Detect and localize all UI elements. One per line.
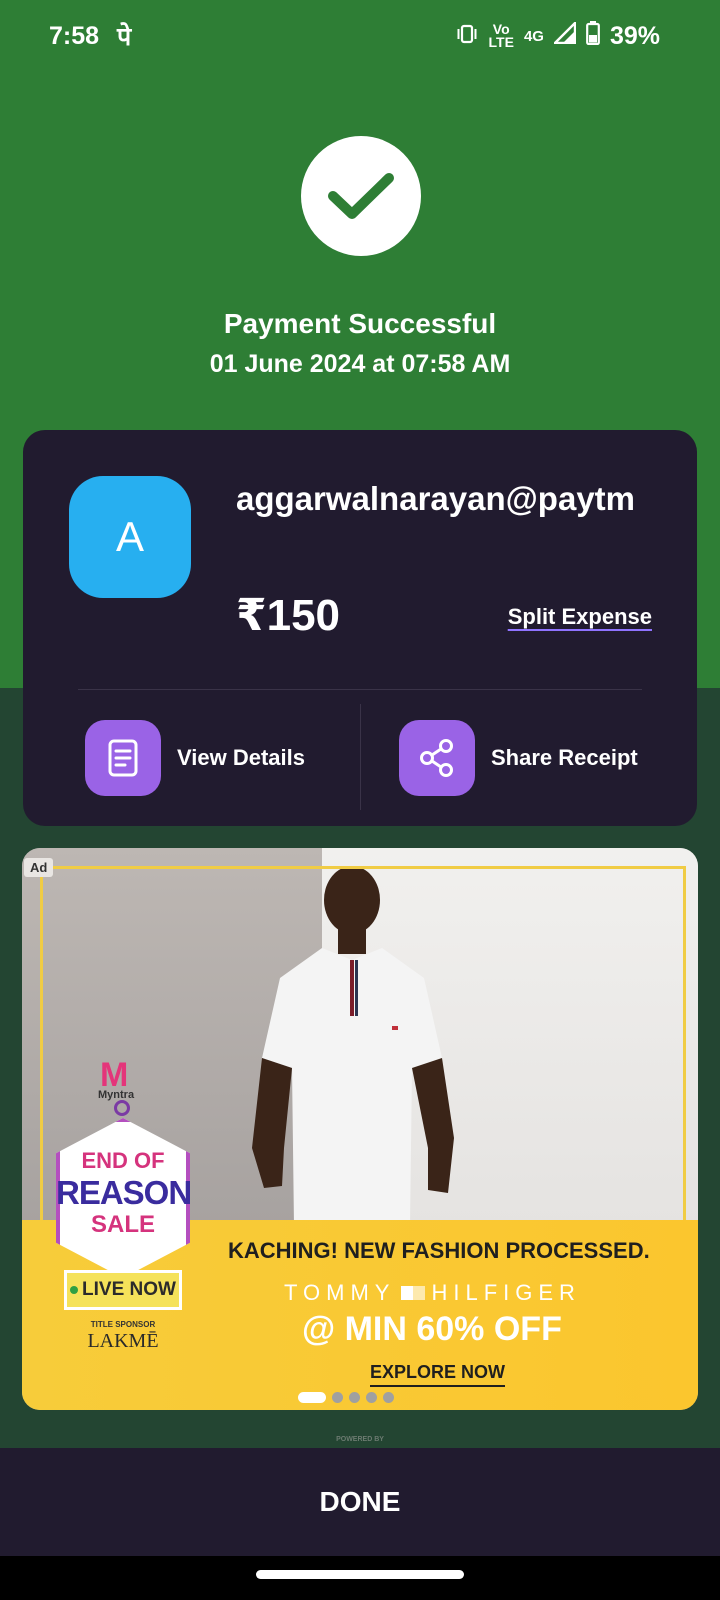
carousel-dot[interactable] <box>383 1392 394 1403</box>
brand-wordmark-right: HILFIGER <box>431 1280 581 1305</box>
myntra-wordmark: Myntra <box>98 1089 135 1101</box>
signal-icon <box>552 19 577 51</box>
avatar: A <box>69 476 191 598</box>
explore-now-cta[interactable]: EXPLORE NOW <box>370 1362 506 1387</box>
payment-status-title: Payment Successful <box>223 308 497 339</box>
payee-upi-id: aggarwalnarayan@paytm <box>236 480 635 517</box>
card-divider <box>78 689 642 690</box>
actions-divider <box>360 704 361 810</box>
sponsor-logo: LAKMĒ <box>87 1330 159 1352</box>
sale-line-3: SALE <box>90 1211 155 1238</box>
carousel-dot[interactable] <box>349 1392 360 1403</box>
brand-wordmark-left: TOMMY <box>284 1280 396 1305</box>
badge-hanger <box>114 1100 130 1116</box>
carousel-dot[interactable] <box>366 1392 377 1403</box>
clock: 7:58 <box>49 21 100 50</box>
success-badge <box>301 136 421 256</box>
share-icon <box>399 720 475 796</box>
done-label: DONE <box>319 1486 401 1517</box>
sponsor-caption: TITLE SPONSOR <box>90 1320 156 1329</box>
live-now-badge: LIVE NOW <box>64 1270 182 1310</box>
share-receipt-label: Share Receipt <box>491 745 638 770</box>
ad-banner[interactable]: Ad M Myntra END OF REASON SALE LIVE NOW … <box>22 848 698 1410</box>
volte-label-bottom: LTE <box>488 34 514 50</box>
live-dot-icon <box>70 1286 79 1294</box>
payment-amount: ₹150 <box>236 591 341 640</box>
view-details-label: View Details <box>177 745 305 770</box>
view-details-button[interactable]: View Details <box>85 720 305 796</box>
split-expense-link[interactable]: Split Expense <box>508 604 652 630</box>
payment-datetime: 01 June 2024 at 07:58 AM <box>209 350 511 378</box>
battery-icon <box>586 20 600 52</box>
home-gesture-handle[interactable] <box>256 1570 464 1579</box>
system-nav-bar <box>0 1556 720 1600</box>
flag-icon <box>401 1286 426 1300</box>
battery-percent: 39% <box>609 21 660 50</box>
vibrate-icon <box>455 22 479 51</box>
carousel-indicator <box>298 1392 394 1403</box>
share-receipt-button[interactable]: Share Receipt <box>399 720 638 796</box>
checkmark-icon <box>328 173 394 219</box>
carousel-dot[interactable] <box>298 1392 326 1403</box>
status-bar: 7:58 पे Vo LTE 4G 39% <box>0 0 720 72</box>
paytm-notification-glyph: पे <box>117 23 132 51</box>
document-icon <box>85 720 161 796</box>
brand-wordmark: TOMMY HILFIGER <box>284 1280 581 1306</box>
done-button[interactable]: DONE <box>0 1448 720 1556</box>
offer-text: @ MIN 60% OFF <box>302 1310 562 1348</box>
payment-summary-card: A aggarwalnarayan@paytm ₹150 Split Expen… <box>23 430 697 826</box>
sale-line-2: REASON <box>56 1174 192 1211</box>
sale-line-1: END OF <box>81 1148 165 1173</box>
live-now-label: LIVE NOW <box>82 1279 176 1300</box>
carousel-dot[interactable] <box>332 1392 343 1403</box>
network-type: 4G <box>523 27 544 45</box>
ad-headline: KACHING! NEW FASHION PROCESSED. <box>228 1238 650 1263</box>
ad-label: Ad <box>24 858 54 877</box>
powered-by-caption: POWERED BY <box>336 1436 384 1443</box>
